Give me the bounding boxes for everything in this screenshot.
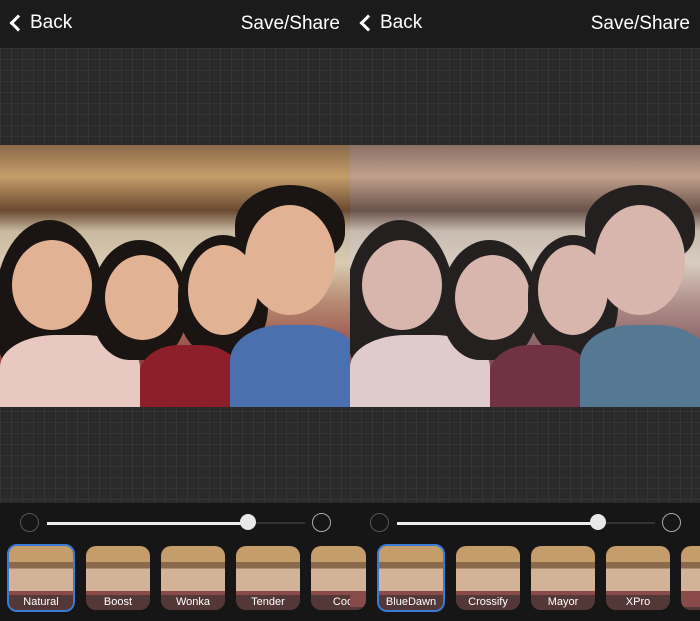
filter-label: Wonka xyxy=(161,595,225,610)
save-share-button[interactable]: Save/Share xyxy=(591,13,690,35)
back-label: Back xyxy=(380,12,423,33)
chevron-left-icon xyxy=(359,14,377,32)
filter-strip: BlueDawn Crossify Mayor XPro xyxy=(350,544,700,612)
save-share-button[interactable]: Save/Share xyxy=(241,13,340,35)
filter-label: Mayor xyxy=(531,595,595,610)
filter-coo[interactable]: Coo xyxy=(311,546,350,610)
photo xyxy=(0,145,350,407)
editor-panel-0: Back Save/Share Compare Natural Boost Wonk… xyxy=(0,0,350,621)
smile-icon xyxy=(370,513,389,532)
back-label: Back xyxy=(30,12,73,33)
smile-settings-icon[interactable] xyxy=(312,513,331,532)
filter-label: BlueDawn xyxy=(379,595,443,610)
back-button[interactable]: Back xyxy=(358,12,422,34)
filter-label: Boost xyxy=(86,595,150,610)
filter-label: Natural xyxy=(9,595,73,610)
photo-canvas: Compare xyxy=(0,48,350,519)
filter-label: XPro xyxy=(606,595,670,610)
filter-label xyxy=(681,607,700,610)
filter-label xyxy=(350,607,366,610)
photo-canvas: Compare xyxy=(350,48,700,519)
smile-icon xyxy=(20,513,39,532)
chevron-left-icon xyxy=(9,14,27,32)
filter-bluedawn[interactable]: BlueDawn xyxy=(377,544,445,612)
filter-partial[interactable] xyxy=(350,546,366,610)
intensity-slider[interactable] xyxy=(47,522,305,525)
filter-xpro[interactable]: XPro xyxy=(606,546,670,610)
editor-panel-1: Back Save/Share Compare BlueDawn Crossify… xyxy=(350,0,700,621)
filter-bar: BlueDawn Crossify Mayor XPro xyxy=(350,503,700,621)
top-bar: Back Save/Share xyxy=(350,0,700,48)
photo xyxy=(350,145,700,407)
filter-bar: Natural Boost Wonka Tender Coo xyxy=(0,503,350,621)
top-bar: Back Save/Share xyxy=(0,0,350,48)
filter-label: Tender xyxy=(236,595,300,610)
slider-thumb[interactable] xyxy=(590,514,607,530)
slider-thumb[interactable] xyxy=(240,514,257,530)
filter-strip: Natural Boost Wonka Tender Coo xyxy=(7,544,350,612)
filter-mayor[interactable]: Mayor xyxy=(531,546,595,610)
filter-tender[interactable]: Tender xyxy=(236,546,300,610)
filter-partial[interactable] xyxy=(681,546,700,610)
filter-boost[interactable]: Boost xyxy=(86,546,150,610)
filter-crossify[interactable]: Crossify xyxy=(456,546,520,610)
filter-wonka[interactable]: Wonka xyxy=(161,546,225,610)
filter-label: Coo xyxy=(311,595,350,610)
filter-natural[interactable]: Natural xyxy=(7,544,75,612)
intensity-slider[interactable] xyxy=(397,522,655,525)
back-button[interactable]: Back xyxy=(8,12,72,34)
filter-label: Crossify xyxy=(456,595,520,610)
smile-settings-icon[interactable] xyxy=(662,513,681,532)
